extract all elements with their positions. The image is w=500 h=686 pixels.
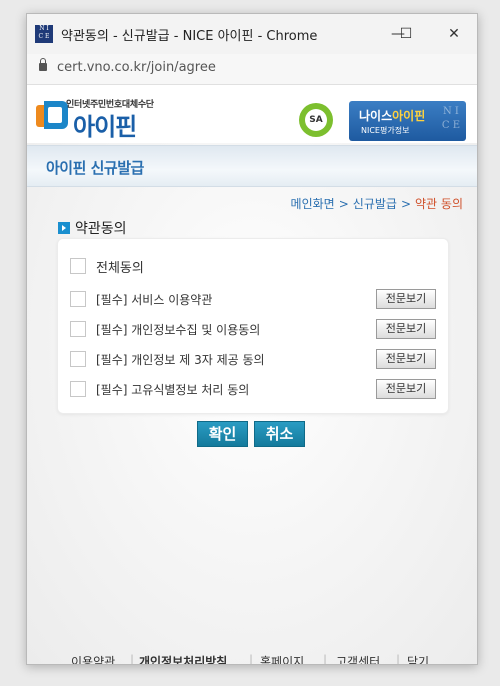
footer-link-terms[interactable]: 이용약관 [71, 653, 115, 664]
page-banner: 아이핀 신규발급 [27, 145, 477, 187]
nice-brand-sub: NICE평가정보 [361, 126, 410, 135]
footer-separator: | [396, 653, 401, 665]
browser-window: N I C E 약관동의 - 신규발급 - NICE 아이핀 - Chrome … [26, 13, 478, 665]
nice-watermark-line-2: C E [441, 120, 460, 131]
agreement-checkbox[interactable] [70, 291, 86, 307]
maximize-button[interactable]: ☐ [393, 22, 419, 46]
view-full-text-button[interactable]: 전문보기 [376, 349, 436, 369]
agree-all-row[interactable]: 전체동의 [70, 256, 436, 278]
agreement-row: [필수] 서비스 이용약관 전문보기 [70, 289, 436, 311]
address-bar[interactable]: cert.vno.co.kr/join/agree [27, 54, 477, 85]
title-bar: N I C E 약관동의 - 신규발급 - NICE 아이핀 - Chrome … [27, 14, 477, 54]
agreement-row: [필수] 고유식별정보 처리 동의 전문보기 [70, 379, 436, 401]
logo-text: 아이핀 [73, 113, 137, 141]
nice-brand-prefix: 나이스 [359, 109, 393, 123]
page-title: 아이핀 신규발급 [46, 159, 144, 177]
lock-icon [39, 58, 47, 71]
agreement-row: [필수] 개인정보수집 및 이용동의 전문보기 [70, 319, 436, 341]
agreement-checkbox[interactable] [70, 381, 86, 397]
view-full-text-button[interactable]: 전문보기 [376, 289, 436, 309]
footer-separator: | [130, 653, 135, 665]
footer-link-privacy[interactable]: 개인정보처리방침 [139, 653, 227, 664]
footer-link-homepage[interactable]: 홈페이지 [260, 653, 304, 664]
agree-all-label: 전체동의 [96, 261, 144, 276]
favicon-line-1: N I [39, 25, 49, 32]
agreement-label: [필수] 개인정보수집 및 이용동의 [96, 323, 261, 337]
nice-brand-title: 나이스아이핀 [359, 107, 425, 124]
agreement-label: [필수] 개인정보 제 3자 제공 동의 [96, 353, 265, 367]
footer-separator: | [249, 653, 254, 665]
footer-separator: | [323, 653, 328, 665]
nice-watermark-line-1: N I [442, 106, 459, 117]
footer-link-close[interactable]: 닫기 [407, 653, 429, 664]
confirm-button[interactable]: 확인 [197, 421, 248, 447]
ipin-logo-icon [36, 101, 70, 131]
url-text[interactable]: cert.vno.co.kr/join/agree [57, 60, 216, 75]
view-full-text-button[interactable]: 전문보기 [376, 319, 436, 339]
sa-certification-badge-icon: SA [299, 103, 333, 137]
agreement-checkbox[interactable] [70, 351, 86, 367]
agreement-checkbox[interactable] [70, 321, 86, 337]
nice-ipin-brand: N I C E 나이스아이핀 NICE평가정보 [349, 101, 466, 141]
cancel-button[interactable]: 취소 [254, 421, 305, 447]
agree-all-checkbox[interactable] [70, 258, 86, 274]
agreement-row: [필수] 개인정보 제 3자 제공 동의 전문보기 [70, 349, 436, 371]
breadcrumb-home[interactable]: 메인화면 [291, 197, 335, 211]
play-arrow-icon [58, 222, 70, 234]
nice-watermark: N I C E [442, 105, 460, 133]
agreement-label: [필수] 고유식별정보 처리 동의 [96, 383, 250, 397]
breadcrumb: 메인화면 > 신규발급 > 약관 동의 [291, 195, 463, 212]
agreement-label: [필수] 서비스 이용약관 [96, 293, 213, 307]
sa-badge-text: SA [305, 109, 327, 131]
favicon-line-2: C E [38, 33, 50, 40]
section-title-text: 약관동의 [75, 221, 127, 237]
site-header: 인터넷주민번호대체수단 아이핀 SA N I C E 나이스아이핀 NICE평가… [27, 85, 477, 143]
window-title: 약관동의 - 신규발급 - NICE 아이핀 - Chrome [61, 29, 318, 44]
agreement-panel: 전체동의 [필수] 서비스 이용약관 전문보기 [필수] 개인정보수집 및 이용… [57, 238, 449, 414]
footer-link-support[interactable]: 고객센터 [336, 653, 380, 664]
nice-brand-highlight: 아이핀 [392, 109, 426, 123]
breadcrumb-current: 약관 동의 [415, 197, 463, 211]
breadcrumb-issue[interactable]: 신규발급 [353, 197, 397, 211]
breadcrumb-separator: > [338, 197, 349, 211]
section-title: 약관동의 [58, 218, 127, 238]
close-button[interactable]: ✕ [441, 22, 467, 46]
page-content: 인터넷주민번호대체수단 아이핀 SA N I C E 나이스아이핀 NICE평가… [27, 85, 477, 664]
breadcrumb-separator: > [400, 197, 412, 211]
nice-favicon-icon: N I C E [35, 25, 53, 43]
view-full-text-button[interactable]: 전문보기 [376, 379, 436, 399]
